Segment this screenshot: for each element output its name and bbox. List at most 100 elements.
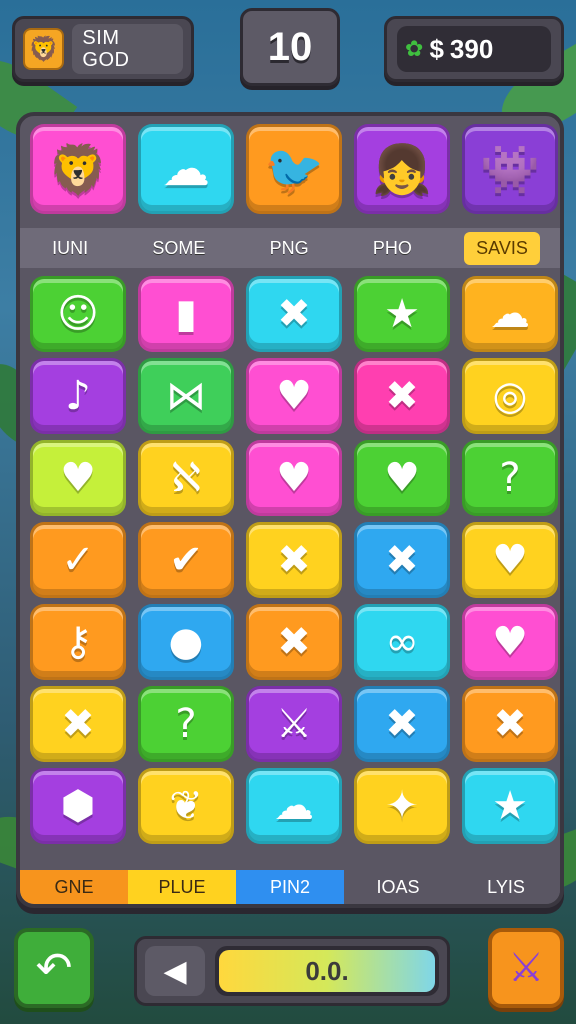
tile-r3-c3[interactable]: ✖	[354, 522, 450, 598]
capsule-icon: ▮	[174, 291, 197, 337]
bottom-tabs: GNE PLUE PIN2 IOAS LYIS	[20, 870, 560, 904]
tile-r0-c3[interactable]: ★	[354, 276, 450, 352]
undo-icon: ↶	[35, 942, 73, 994]
tile-r4-c3[interactable]: ∞	[354, 604, 450, 680]
tab-some[interactable]: SOME	[140, 232, 217, 265]
lion-icon: 🦁	[48, 141, 108, 198]
cloud-character-tile[interactable]: ☁	[138, 124, 234, 214]
tile-r6-c2[interactable]: ☁	[246, 768, 342, 844]
tile-r3-c0[interactable]: ✓	[30, 522, 126, 598]
x-icon: ✖	[277, 291, 311, 337]
tile-r5-c4[interactable]: ✖	[462, 686, 558, 762]
bird-icon: 🐦	[264, 141, 324, 198]
music-note-icon: ♪	[65, 373, 91, 419]
star-icon: ★	[492, 783, 528, 829]
star-icon: ✦	[385, 783, 419, 829]
x-icon: ✖	[385, 701, 419, 747]
bottom-tab-lyis[interactable]: LYIS	[452, 870, 560, 904]
player-name-line1: SIM	[82, 27, 120, 49]
tile-r5-c0[interactable]: ✖	[30, 686, 126, 762]
cloud-icon: ☁	[162, 141, 210, 197]
x-icon: ✖	[493, 701, 527, 747]
tile-r4-c2[interactable]: ✖	[246, 604, 342, 680]
powerup-button[interactable]: ⚔	[488, 928, 564, 1008]
character-row: 🦁 ☁ 🐦 👧 👾	[30, 124, 558, 228]
tile-r1-c1[interactable]: ⋈	[138, 358, 234, 434]
tile-r5-c1[interactable]: ?	[138, 686, 234, 762]
tile-r2-c0[interactable]: ♥	[30, 440, 126, 516]
question-icon: ?	[499, 455, 521, 501]
back-button[interactable]: ◀	[145, 946, 205, 996]
progress-bar: 0.0.	[215, 946, 439, 996]
lion-icon: 🦁	[23, 28, 65, 70]
question-icon: ?	[175, 701, 197, 747]
tile-r0-c4[interactable]: ☁	[462, 276, 558, 352]
tile-r2-c2[interactable]: ♥	[246, 440, 342, 516]
bird-character-tile[interactable]: 🐦	[246, 124, 342, 214]
heart-icon: ♥	[384, 455, 420, 501]
girl-character-tile[interactable]: 👧	[354, 124, 450, 214]
tile-r2-c3[interactable]: ♥	[354, 440, 450, 516]
progress-label: 0.0.	[305, 955, 349, 986]
bottom-tab-gne[interactable]: GNE	[20, 870, 128, 904]
ribbon-icon: ℵ	[171, 455, 201, 501]
tile-r0-c1[interactable]: ▮	[138, 276, 234, 352]
tile-r1-c0[interactable]: ♪	[30, 358, 126, 434]
star-icon: ★	[384, 291, 420, 337]
tile-r1-c2[interactable]: ♥	[246, 358, 342, 434]
pretzel-icon: ∞	[385, 619, 419, 665]
girl-icon: 👧	[372, 141, 432, 198]
player-name-line2: GOD	[82, 49, 130, 71]
monster-character-tile[interactable]: 👾	[462, 124, 558, 214]
monster-icon: 👾	[480, 141, 540, 198]
key-icon: ⚷	[63, 619, 93, 665]
coins-display: ✿ $ 390	[397, 26, 551, 72]
tile-r4-c4[interactable]: ♥	[462, 604, 558, 680]
tab-pho[interactable]: PHO	[361, 232, 424, 265]
moves-counter: 10	[240, 8, 340, 86]
ring-icon: ●	[168, 619, 204, 665]
tile-r5-c2[interactable]: ⚔	[246, 686, 342, 762]
bottom-bar: ◀ 0.0.	[134, 936, 450, 1006]
tile-r3-c2[interactable]: ✖	[246, 522, 342, 598]
x-icon: ✖	[61, 701, 95, 747]
lion-character-tile[interactable]: 🦁	[30, 124, 126, 214]
tile-r2-c1[interactable]: ℵ	[138, 440, 234, 516]
tile-r3-c4[interactable]: ♥	[462, 522, 558, 598]
smiley-icon: ☺	[57, 291, 99, 337]
bottom-tab-plue[interactable]: PLUE	[128, 870, 236, 904]
tile-r0-c0[interactable]: ☺	[30, 276, 126, 352]
clover-icon: ✿	[405, 36, 424, 62]
tab-savis[interactable]: SAVIS	[464, 231, 540, 265]
tab-iuni[interactable]: IUNI	[40, 232, 100, 265]
heart-icon: ♥	[492, 619, 528, 665]
tile-r5-c3[interactable]: ✖	[354, 686, 450, 762]
tile-r0-c2[interactable]: ✖	[246, 276, 342, 352]
moves-value: 10	[267, 24, 313, 69]
game-board: 🦁 ☁ 🐦 👧 👾 IUNI SOME PNG PHO SAVIS ☺ ▮ ✖ ★ ☁ ♪ ⋈ ♥ ✖ ◎ ♥ ℵ ♥ ♥…	[16, 112, 564, 908]
player-panel[interactable]: 🦁 SIM GOD	[12, 16, 194, 82]
tile-r4-c1[interactable]: ●	[138, 604, 234, 680]
player-name: SIM GOD	[72, 24, 183, 74]
tile-r3-c1[interactable]: ✔	[138, 522, 234, 598]
apple-icon: ❦	[169, 783, 203, 829]
tile-r1-c3[interactable]: ✖	[354, 358, 450, 434]
coins-panel[interactable]: ✿ $ 390	[384, 16, 564, 82]
tile-r6-c1[interactable]: ❦	[138, 768, 234, 844]
x-icon: ✖	[277, 537, 311, 583]
tile-r1-c4[interactable]: ◎	[462, 358, 558, 434]
tile-r6-c0[interactable]: ⬢	[30, 768, 126, 844]
tile-r2-c4[interactable]: ?	[462, 440, 558, 516]
tile-r6-c4[interactable]: ★	[462, 768, 558, 844]
sword-icon: ⚔	[508, 945, 544, 991]
bottom-tab-pin2[interactable]: PIN2	[236, 870, 344, 904]
tile-r6-c3[interactable]: ✦	[354, 768, 450, 844]
tile-r4-c0[interactable]: ⚷	[30, 604, 126, 680]
heart-icon: ♥	[276, 455, 312, 501]
x-icon: ✖	[277, 619, 311, 665]
check-icon: ✔	[169, 537, 203, 583]
bottom-tab-ioas[interactable]: IOAS	[344, 870, 452, 904]
cloud-icon: ☁	[274, 783, 314, 829]
undo-button[interactable]: ↶	[14, 928, 94, 1008]
tab-png[interactable]: PNG	[258, 232, 321, 265]
